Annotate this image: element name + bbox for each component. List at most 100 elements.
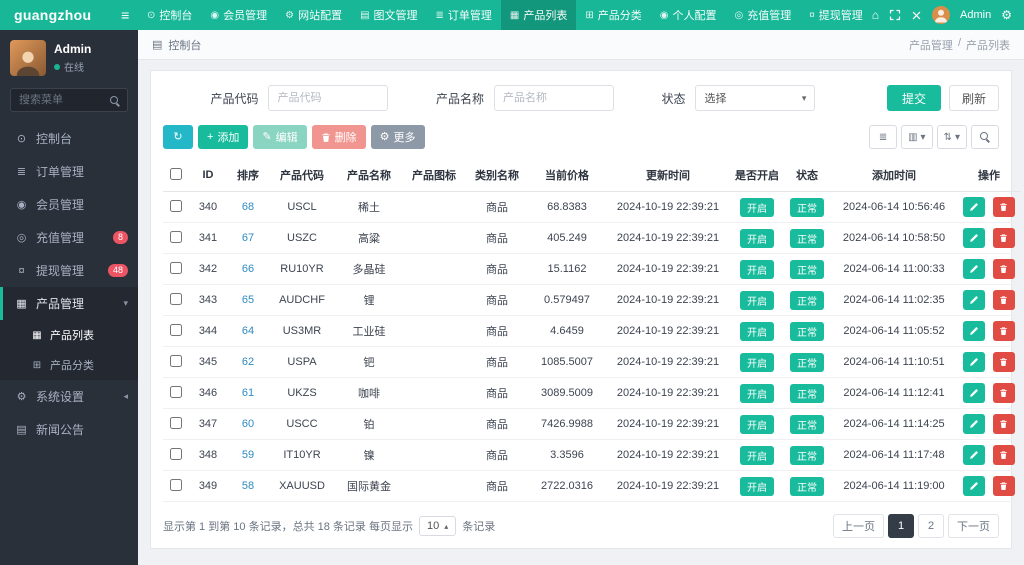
sort-link[interactable]: 66 [242,263,254,275]
column-header-updated[interactable]: 更新时间 [605,159,731,192]
topnav-item-withdraw[interactable]: ¤ 提现管理 [800,0,872,30]
table-search-button[interactable] [971,125,999,149]
column-header-name[interactable]: 产品名称 [335,159,403,192]
row-delete-button[interactable] [992,259,1015,279]
sort-link[interactable]: 67 [242,232,254,244]
status-badge[interactable]: 正常 [790,228,824,248]
column-header-code[interactable]: 产品代码 [269,159,335,192]
settings-icon[interactable]: ⚙ [1001,8,1012,22]
status-badge[interactable]: 正常 [790,383,824,403]
sort-link[interactable]: 60 [242,418,254,430]
row-checkbox[interactable] [170,261,182,274]
column-header-sort[interactable]: 排序 [227,159,269,192]
row-delete-button[interactable] [992,352,1015,372]
row-checkbox[interactable] [170,323,182,336]
fullscreen-icon[interactable] [889,9,901,21]
refresh-button[interactable]: ↻ [163,125,193,149]
sort-link[interactable]: 61 [242,387,254,399]
topnav-item-orders[interactable]: ≣ 订单管理 [427,0,501,30]
row-edit-button[interactable] [963,445,986,465]
row-checkbox[interactable] [170,478,182,491]
sidebar-subitem-product-category[interactable]: ⊞ 产品分类 [0,350,138,380]
delete-button[interactable]: 删除 [311,125,366,149]
row-delete-button[interactable] [992,290,1015,310]
row-checkbox[interactable] [170,292,182,305]
status-select[interactable]: 选择 ▾ [695,85,816,111]
sidebar-item-product-management[interactable]: ▦ 产品管理 ▾ [0,287,138,320]
column-header-created[interactable]: 添加时间 [831,159,957,192]
prev-page-button[interactable]: 上一页 [833,514,884,538]
sidebar-item-members[interactable]: ◉ 会员管理 [0,188,138,221]
sidebar-item-console[interactable]: ⊙ 控制台 [0,122,138,155]
page-button-2[interactable]: 2 [918,514,944,538]
row-delete-button[interactable] [992,414,1015,434]
open-toggle-badge[interactable]: 开启 [740,228,774,248]
column-header-operations[interactable]: 操作 [957,159,1021,192]
brand-logo[interactable]: guangzhou [0,0,113,30]
page-button-1[interactable]: 1 [888,514,914,538]
columns-dropdown-button[interactable]: ▥ ▾ [901,125,933,149]
avatar[interactable] [10,40,46,76]
open-toggle-badge[interactable]: 开启 [740,321,774,341]
topnav-item-members[interactable]: ◉ 会员管理 [201,0,276,30]
select-all-checkbox[interactable] [170,167,182,180]
row-edit-button[interactable] [963,259,986,279]
open-toggle-badge[interactable]: 开启 [740,197,774,217]
sort-link[interactable]: 59 [242,449,254,461]
row-checkbox[interactable] [170,416,182,429]
row-edit-button[interactable] [963,414,986,434]
home-icon[interactable]: ⌂ [872,8,879,22]
row-checkbox[interactable] [170,230,182,243]
topnav-item-recharge[interactable]: ◎ 充值管理 [726,0,801,30]
status-badge[interactable]: 正常 [790,352,824,372]
status-badge[interactable]: 正常 [790,197,824,217]
sidebar-item-recharge[interactable]: ◎ 充值管理 8 [0,221,138,254]
row-checkbox[interactable] [170,354,182,367]
topbar-username[interactable]: Admin [960,9,991,21]
open-toggle-badge[interactable]: 开启 [740,383,774,403]
row-edit-button[interactable] [963,228,986,248]
search-icon[interactable] [110,94,121,112]
open-toggle-badge[interactable]: 开启 [740,414,774,434]
product-code-input[interactable] [268,85,389,111]
column-header-icon[interactable]: 产品图标 [403,159,465,192]
open-toggle-badge[interactable]: 开启 [740,476,774,496]
row-checkbox[interactable] [170,385,182,398]
topnav-item-profile-config[interactable]: ◉ 个人配置 [651,0,726,30]
topnav-item-media[interactable]: ▤ 图文管理 [351,0,426,30]
clear-cache-icon[interactable] [911,10,922,21]
sort-link[interactable]: 68 [242,201,254,213]
column-header-id[interactable]: ID [189,159,227,192]
open-toggle-badge[interactable]: 开启 [740,352,774,372]
row-edit-button[interactable] [963,352,986,372]
open-toggle-badge[interactable]: 开启 [740,290,774,310]
row-edit-button[interactable] [963,321,986,341]
column-header-status[interactable]: 状态 [783,159,831,192]
topnav-item-product-category[interactable]: ⊞ 产品分类 [576,0,650,30]
status-badge[interactable]: 正常 [790,414,824,434]
topnav-item-console[interactable]: ⊙ 控制台 [138,0,201,30]
row-delete-button[interactable] [992,383,1015,403]
open-toggle-badge[interactable]: 开启 [740,445,774,465]
row-delete-button[interactable] [992,228,1015,248]
edit-button[interactable]: ✎ 编辑 [253,125,307,149]
open-toggle-badge[interactable]: 开启 [740,259,774,279]
column-header-category[interactable]: 类别名称 [465,159,529,192]
row-edit-button[interactable] [963,476,986,496]
row-delete-button[interactable] [992,476,1015,496]
status-badge[interactable]: 正常 [790,321,824,341]
row-edit-button[interactable] [963,383,986,403]
view-list-button[interactable]: ≣ [869,125,898,149]
row-edit-button[interactable] [963,290,986,310]
sidebar-item-orders[interactable]: ≣ 订单管理 [0,155,138,188]
product-name-input[interactable] [493,85,614,111]
sidebar-item-system-settings[interactable]: ⚙ 系统设置 ◂ [0,380,138,413]
row-checkbox[interactable] [170,447,182,460]
more-button[interactable]: ⚙ 更多 [370,125,425,149]
sort-link[interactable]: 58 [242,480,254,492]
sidebar-item-news[interactable]: ▤ 新闻公告 [0,413,138,446]
status-badge[interactable]: 正常 [790,476,824,496]
menu-toggle-icon[interactable]: ≡ [113,0,138,30]
next-page-button[interactable]: 下一页 [948,514,999,538]
status-badge[interactable]: 正常 [790,445,824,465]
